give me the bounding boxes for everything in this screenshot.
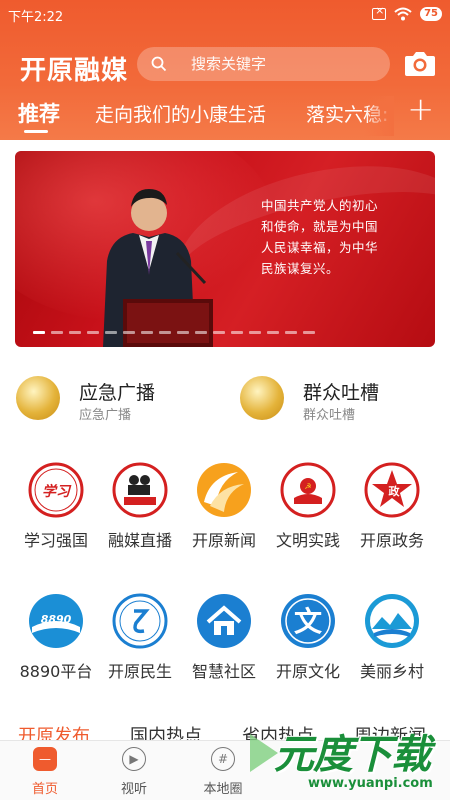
carousel-dot[interactable] [51, 331, 63, 334]
grid-label: 学习强国 [23, 531, 88, 550]
status-time: 下午2:22 [8, 10, 64, 25]
grid-label: 开原民生 [107, 662, 172, 681]
livelihood-icon [112, 593, 168, 649]
hashtag-icon: # [211, 747, 235, 771]
carousel-dot[interactable] [87, 331, 99, 334]
grid-item-civilization[interactable]: ☭ 文明实践 [266, 462, 350, 562]
grid-label: 开原新闻 [191, 531, 256, 550]
banner-caption: 中国共产党人的初心和使命，就是为中国人民谋幸福，为中华民族谋复兴。 [261, 198, 379, 276]
wifi-icon [394, 7, 412, 21]
grid-label: 美丽乡村 [359, 662, 424, 681]
svg-text:政: 政 [389, 484, 401, 498]
app-logo: 开原融媒 [20, 56, 129, 86]
carousel-dot[interactable] [141, 331, 153, 334]
nav-local[interactable]: # 本地圈 [193, 747, 253, 797]
civilization-badge-icon: ☭ [280, 462, 336, 518]
home-icon: — [33, 747, 57, 771]
grid-label: 融媒直播 [107, 531, 172, 550]
tab-active-indicator [24, 130, 48, 133]
top-bar: 开原融媒 [0, 44, 450, 88]
culture-wen-icon: 文 [281, 594, 335, 648]
app-header: 下午2:22 75 开原融媒 推荐 走向我们的小康 [0, 0, 450, 140]
complaint-icon [240, 376, 284, 420]
no-sim-icon [372, 4, 387, 20]
grid-item-news[interactable]: 开原新闻 [182, 462, 266, 562]
carousel-dot[interactable] [177, 331, 189, 334]
carousel-dot[interactable] [69, 331, 81, 334]
search-input[interactable] [191, 55, 361, 73]
government-star-icon: 政 [364, 462, 420, 518]
site-watermark: 元度下载 www.yuanpi.com [250, 716, 450, 800]
carousel-dot[interactable] [105, 331, 117, 334]
nav-label: 首页 [31, 782, 58, 797]
live-camera-icon [112, 462, 168, 518]
grid-item-xuexi[interactable]: 学习 学习强国 [14, 462, 98, 562]
carousel-dot[interactable] [213, 331, 225, 334]
nav-video[interactable]: ▶ 视听 [104, 747, 164, 797]
grid-item-8890[interactable]: 8890 8890平台 [14, 593, 98, 693]
nav-label: 视听 [120, 782, 147, 797]
search-bar[interactable] [137, 47, 390, 81]
grid-label: 文明实践 [275, 531, 340, 550]
battery-indicator: 75 [420, 7, 442, 21]
quick-link-complaints[interactable]: 群众吐槽 群众吐槽 [240, 376, 440, 424]
carousel-dot[interactable] [231, 331, 243, 334]
quick-link-title: 应急广播 [79, 382, 156, 404]
carousel-dot[interactable] [123, 331, 135, 334]
carousel-dot[interactable] [249, 331, 261, 334]
carousel-dot[interactable] [267, 331, 279, 334]
grid-label: 开原文化 [275, 662, 340, 681]
xuexi-logo-icon: 学习 [28, 462, 84, 518]
quick-link-subtitle: 群众吐槽 [303, 408, 356, 423]
banner-carousel[interactable]: 中国共产党人的初心和使命，就是为中国人民谋幸福，为中华民族谋复兴。 [15, 151, 435, 347]
grid-item-live[interactable]: 融媒直播 [98, 462, 182, 562]
search-icon [151, 56, 167, 72]
play-icon: ▶ [122, 747, 146, 771]
village-landscape-icon [365, 594, 419, 648]
tabs-fade [364, 96, 394, 136]
house-icon [197, 594, 251, 648]
channel-tabs: 推荐 走向我们的小康生活 落实六稳: + [0, 90, 450, 138]
grid-item-livelihood[interactable]: 开原民生 [98, 593, 182, 693]
8890-platform-icon: 8890 [29, 594, 83, 648]
carousel-dot[interactable] [33, 331, 45, 334]
svg-text:文: 文 [294, 605, 322, 638]
emergency-broadcast-icon [16, 376, 60, 420]
svg-text:☭: ☭ [304, 482, 311, 491]
quick-link-title: 群众吐槽 [303, 382, 380, 404]
nav-home[interactable]: — 首页 [15, 747, 75, 797]
carousel-dot[interactable] [303, 331, 315, 334]
grid-item-culture[interactable]: 文 开原文化 [266, 593, 350, 693]
status-icons: 75 [372, 4, 442, 21]
watermark-title: 元度下载 [274, 732, 431, 778]
carousel-dot[interactable] [195, 331, 207, 334]
carousel-dot[interactable] [285, 331, 297, 334]
grid-item-community[interactable]: 智慧社区 [182, 593, 266, 693]
svg-text:学习: 学习 [42, 483, 72, 500]
carousel-dots [33, 331, 315, 334]
news-swirl-icon [197, 463, 251, 517]
add-channel-button[interactable]: + [407, 90, 434, 128]
carousel-dot[interactable] [159, 331, 171, 334]
tab-xiaokang[interactable]: 走向我们的小康生活 [95, 100, 266, 127]
tab-recommend[interactable]: 推荐 [18, 98, 60, 128]
grid-label: 智慧社区 [191, 662, 256, 681]
status-bar: 下午2:22 75 [0, 0, 450, 30]
watermark-url: www.yuanpi.com [308, 776, 433, 791]
grid-label: 开原政务 [359, 531, 424, 550]
quick-link-subtitle: 应急广播 [79, 408, 132, 423]
quick-link-emergency[interactable]: 应急广播 应急广播 [16, 376, 216, 424]
grid-item-government[interactable]: 政 开原政务 [350, 462, 434, 562]
grid-item-village[interactable]: 美丽乡村 [350, 593, 434, 693]
camera-icon[interactable] [404, 49, 436, 77]
grid-label: 8890平台 [19, 662, 93, 681]
svg-text:8890: 8890 [41, 613, 72, 626]
nav-label: 本地圈 [203, 782, 243, 797]
speaker-figure-image [103, 189, 213, 347]
